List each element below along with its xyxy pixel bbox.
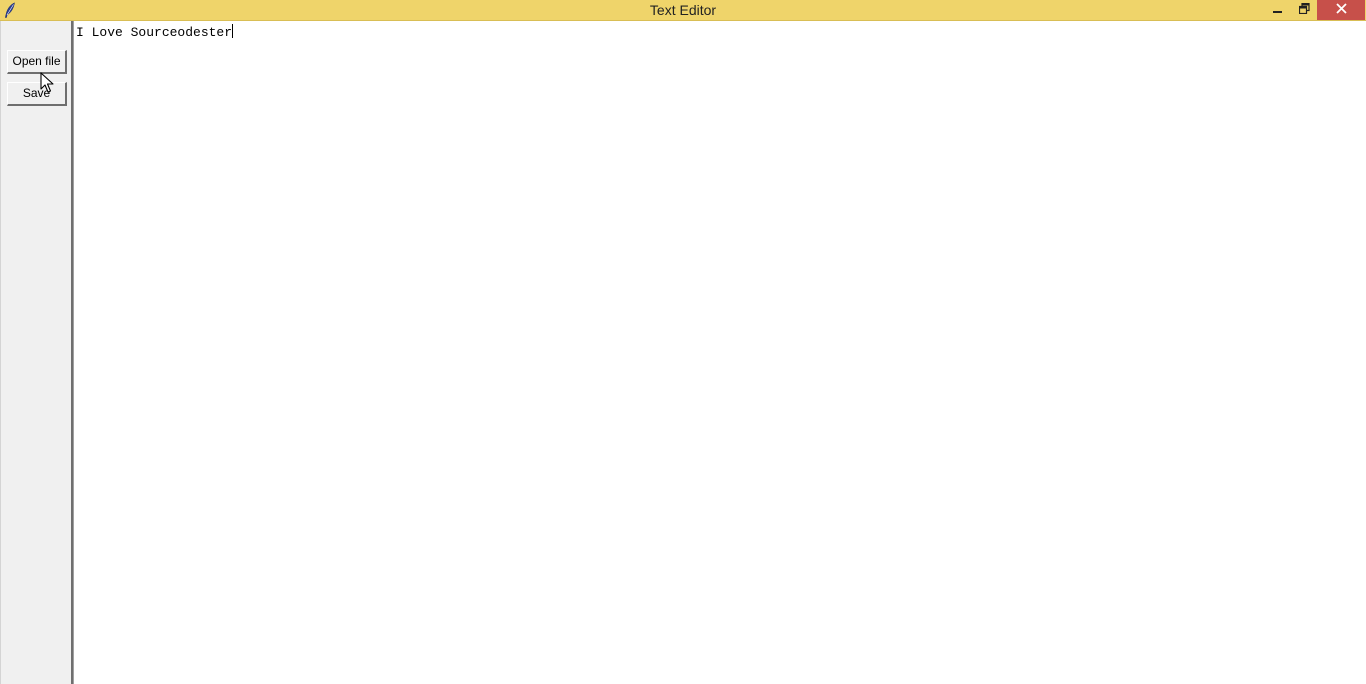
- open-file-button[interactable]: Open file: [7, 50, 67, 74]
- close-icon: [1335, 1, 1347, 19]
- text-editor-window: Text Editor Open file Save I Love Source…: [0, 0, 1366, 684]
- editor-content: I Love Sourceodester: [76, 25, 233, 40]
- close-button[interactable]: [1317, 0, 1365, 20]
- sidebar: Open file Save: [0, 21, 71, 684]
- restore-button[interactable]: [1291, 0, 1317, 20]
- restore-icon: [1298, 1, 1310, 19]
- text-caret: [232, 24, 234, 38]
- minimize-button[interactable]: [1264, 0, 1291, 20]
- window-title: Text Editor: [649, 2, 717, 18]
- save-button[interactable]: Save: [7, 82, 67, 106]
- minimize-icon: [1272, 1, 1283, 19]
- title-bar[interactable]: Text Editor: [0, 0, 1366, 21]
- text-area[interactable]: I Love Sourceodester: [74, 21, 1366, 684]
